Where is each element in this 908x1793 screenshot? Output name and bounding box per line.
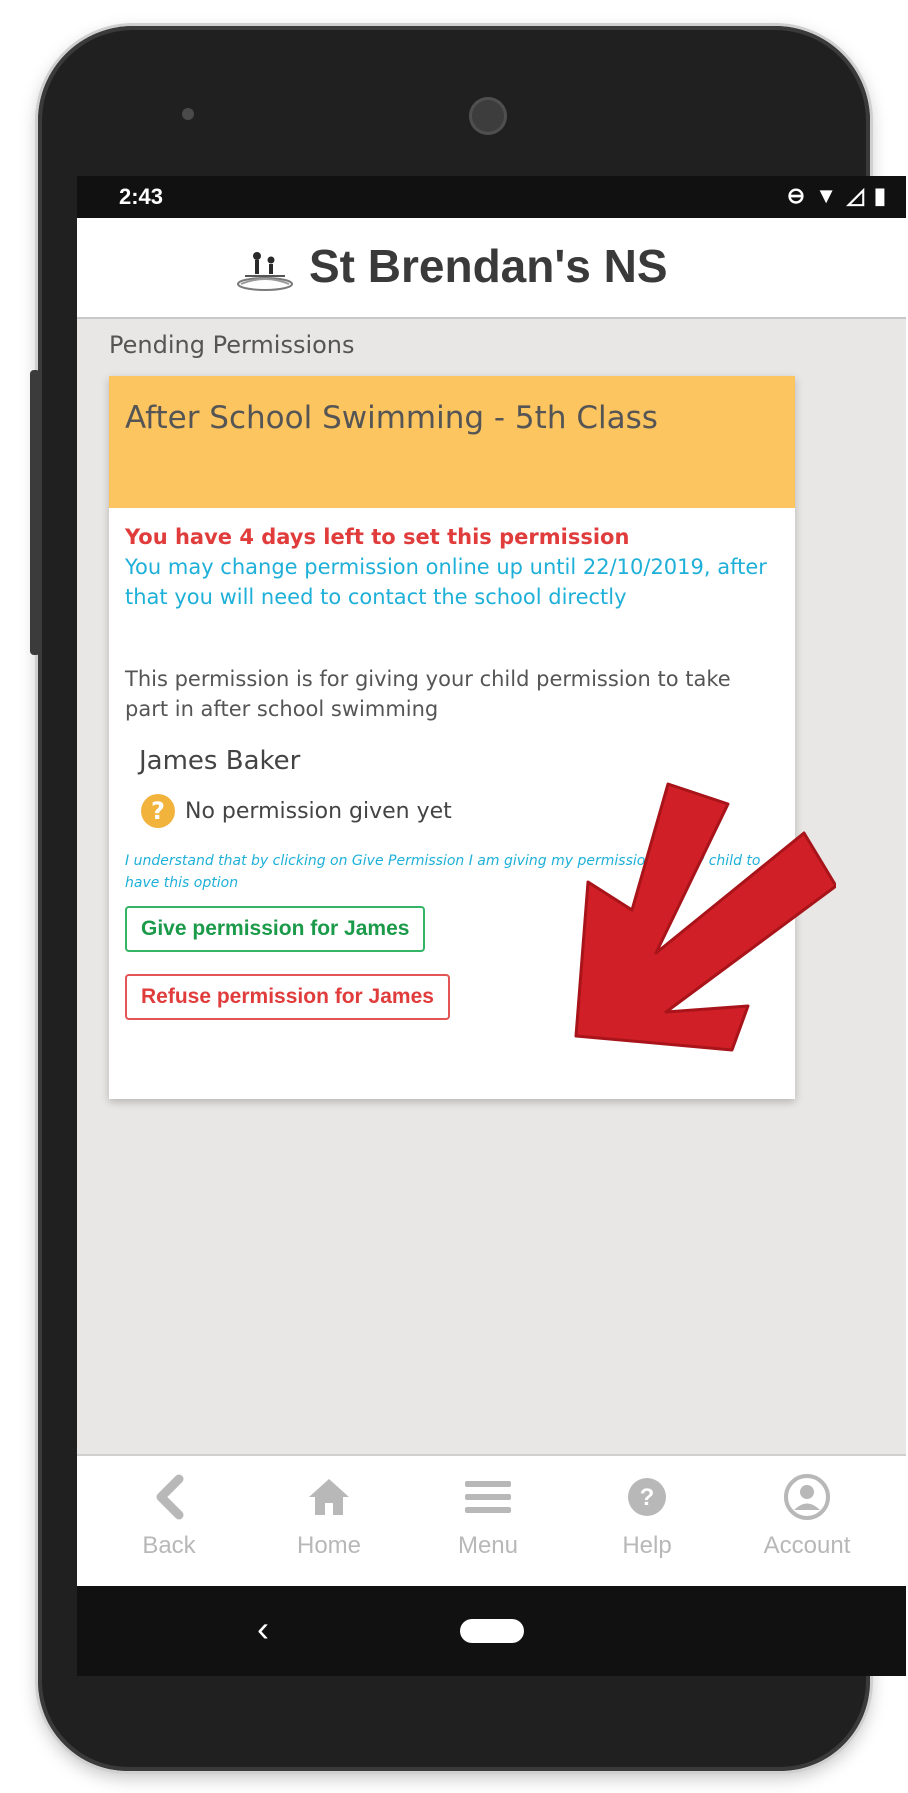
home-icon [309, 1479, 349, 1515]
status-bar: 2:43 ⊖ ▼ ◿ ▮ [77, 176, 906, 218]
permission-card: After School Swimming - 5th Class You ha… [109, 376, 795, 1099]
nav-back-label: Back [142, 1532, 196, 1559]
data-saver-icon: ⊖ [786, 183, 806, 208]
app-title: St Brendan's NS [309, 240, 668, 292]
account-icon [784, 1474, 830, 1520]
signal-icon: ◿ [846, 183, 864, 208]
battery-icon: ▮ [873, 183, 886, 208]
days-left-notice: You have 4 days left to set this permiss… [125, 525, 630, 549]
system-home-pill[interactable] [460, 1619, 524, 1643]
phone-front-camera [469, 97, 507, 135]
permission-disclaimer: I understand that by clicking on Give Pe… [125, 853, 761, 891]
permission-description: This permission is for giving your child… [125, 667, 731, 721]
system-nav-bar: ‹ [77, 1586, 906, 1676]
phone-side-button [30, 370, 40, 655]
give-permission-button[interactable]: Give permission for James [125, 906, 426, 952]
permission-body: You have 4 days left to set this permiss… [109, 508, 795, 1020]
nav-menu[interactable]: Menu [418, 1470, 558, 1560]
child-name: James Baker [139, 746, 301, 776]
svg-text:?: ? [640, 1484, 655, 1511]
menu-icon [465, 1481, 511, 1513]
system-back-icon[interactable]: ‹ [257, 1608, 269, 1650]
app-header: St Brendan's NS [77, 218, 906, 319]
nav-menu-label: Menu [457, 1532, 519, 1559]
permission-title: After School Swimming - 5th Class [109, 376, 795, 508]
bottom-nav: Back Home Menu ? Help Account [77, 1454, 906, 1588]
nav-home[interactable]: Home [259, 1470, 399, 1560]
wifi-icon: ▼ [815, 183, 837, 208]
nav-account-label: Account [763, 1532, 851, 1559]
nav-account[interactable]: Account [737, 1470, 877, 1560]
school-logo-icon [237, 252, 293, 291]
permission-status-text: No permission given yet [185, 798, 452, 824]
phone-sensor [182, 108, 194, 120]
help-icon: ? [628, 1478, 666, 1516]
status-time: 2:43 [119, 184, 164, 209]
chevron-left-icon [156, 1474, 184, 1520]
question-icon: ? [141, 794, 175, 828]
permission-status: ? No permission given yet [141, 794, 779, 828]
header-title-group: St Brendan's NS [235, 236, 668, 296]
change-deadline-info: You may change permission online up unti… [125, 555, 767, 609]
nav-home-label: Home [296, 1532, 362, 1559]
nav-back[interactable]: Back [99, 1470, 239, 1560]
status-icons: ⊖ ▼ ◿ ▮ [787, 183, 886, 209]
section-title: Pending Permissions [109, 331, 355, 359]
phone-screen: 2:43 ⊖ ▼ ◿ ▮ St Brendan's NS Pending Per… [77, 176, 906, 1676]
refuse-permission-button[interactable]: Refuse permission for James [125, 974, 450, 1020]
nav-help[interactable]: ? Help [577, 1470, 717, 1560]
nav-help-label: Help [622, 1532, 672, 1559]
